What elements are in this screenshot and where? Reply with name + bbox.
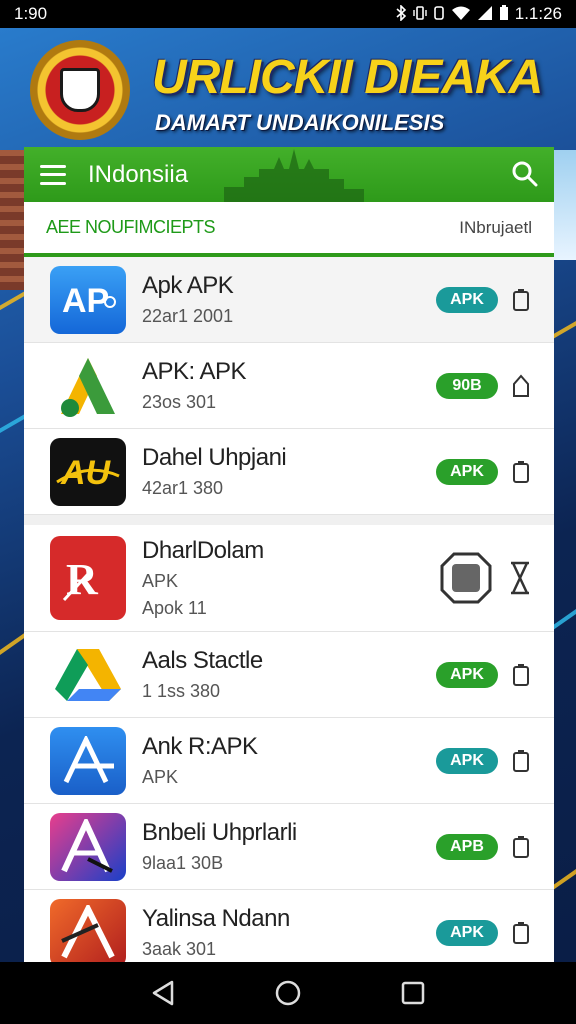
app-meta: APK [142,571,179,591]
status-time-left: 1:90 [14,4,48,23]
app-name: Yalinsa Ndann [142,905,290,932]
recents-button[interactable] [398,978,428,1008]
status-icons: 1.1:26 [395,3,562,24]
download-icon[interactable] [512,663,530,687]
download-icon[interactable] [512,460,530,484]
app-name: Dahel Uhpjani [142,444,287,471]
adwords-icon [50,351,126,420]
list-item[interactable]: Ank R:APK APK APK [24,718,554,804]
home-button[interactable] [273,978,303,1008]
app-meta: 9laa1 30B [142,853,224,873]
header-banner: URLICKII DIEAKA DAMART UNDAIKONILESIS [0,28,576,148]
app-name: APK: APK [142,358,247,385]
app-name: Bnbeli Uhprlarli [142,819,297,846]
list-item[interactable]: Aals Stactle 1 1ss 380 APK [24,632,554,718]
status-bar: 1:90 1.1:26 [0,0,576,28]
app-name: Apk APK [142,272,234,299]
apk-badge[interactable]: APK [436,919,498,946]
list-item[interactable]: Yalinsa Ndann 3aak 301 APK [24,890,554,962]
list-item[interactable]: AU Dahel Uhpjani 42ar1 380 APK [24,429,554,515]
bluetooth-icon [395,3,407,24]
installing-app-icon[interactable] [440,550,492,606]
list-item[interactable]: Bnbeli Uhprlarli 9laa1 30B APB [24,804,554,890]
vibrate-icon [413,5,427,24]
svg-text:AU: AU [60,454,112,492]
back-triangle-icon [152,980,173,1006]
home-circle-icon [275,980,301,1006]
download-icon[interactable] [512,835,530,859]
app-meta: APK [142,767,179,787]
app-meta: 22ar1 2001 [142,306,234,326]
download-icon[interactable] [512,373,530,398]
wifi-icon [451,5,471,24]
app-panel: INdonsiia AEE NOUFIMCIEPTS INbrujaetl AP… [24,147,554,962]
app-name: Ank R:APK [142,733,258,760]
download-icon[interactable] [512,749,530,773]
tab-active[interactable]: AEE NOUFIMCIEPTS [46,217,216,238]
orange-a-icon [50,898,126,962]
signal-icon [477,5,493,24]
list-item[interactable]: AP Apk APK 22ar1 2001 APK [24,257,554,343]
download-icon[interactable] [512,921,530,945]
banner-subtitle: DAMART UNDAIKONILESIS [155,110,445,135]
banner-title: URLICKII DIEAKA [152,51,543,104]
svg-text:AP: AP [62,282,109,320]
temple-silhouette-icon [224,149,364,202]
alarm-icon [433,5,445,24]
tab-other[interactable]: INbrujaetl [459,218,532,238]
download-icon[interactable] [512,288,530,312]
apk-badge[interactable]: APK [436,458,498,485]
apk-badge[interactable]: APB [436,833,498,860]
app-meta: 3aak 301 [142,939,217,959]
apk-badge[interactable]: APK [436,747,498,774]
status-time-right: 1.1:26 [514,4,562,23]
app-meta: 23os 301 [142,392,217,412]
red-app-icon: R [50,536,126,620]
app-meta: 1 1ss 380 [142,681,221,701]
apk-badge[interactable]: 90B [436,372,498,399]
list-item[interactable]: APK: APK 23os 301 90B [24,343,554,429]
app-bar: INdonsiia [24,147,554,202]
recents-square-icon [402,981,425,1005]
tab-bar: AEE NOUFIMCIEPTS INbrujaetl [24,202,554,257]
app-store-icon: AP [50,265,126,334]
system-nav-bar [0,962,576,1024]
app-list: AP Apk APK 22ar1 2001 APK APK: APK 23os … [24,257,554,962]
emblem-logo [30,40,130,140]
apk-badge[interactable]: APK [436,286,498,313]
hourglass-icon [511,561,529,595]
emblem-shield [60,68,100,112]
drive-icon [50,640,126,709]
hamburger-menu-icon[interactable] [40,164,66,185]
app-store-a-icon [50,726,126,795]
back-button[interactable] [148,978,178,1008]
app-meta-secondary: Apok 11 [142,598,207,618]
au-app-icon: AU [50,437,126,506]
app-name: Aals Stactle [142,647,263,674]
list-item[interactable]: R DharlDolam APK Apok 11 [24,515,554,632]
app-name: DharlDolam [142,537,264,564]
apk-badge[interactable]: APK [436,661,498,688]
battery-icon [499,4,509,24]
search-icon[interactable] [512,161,538,187]
gradient-a-icon [50,812,126,881]
app-meta: 42ar1 380 [142,478,224,498]
app-bar-title: INdonsiia [88,160,189,188]
